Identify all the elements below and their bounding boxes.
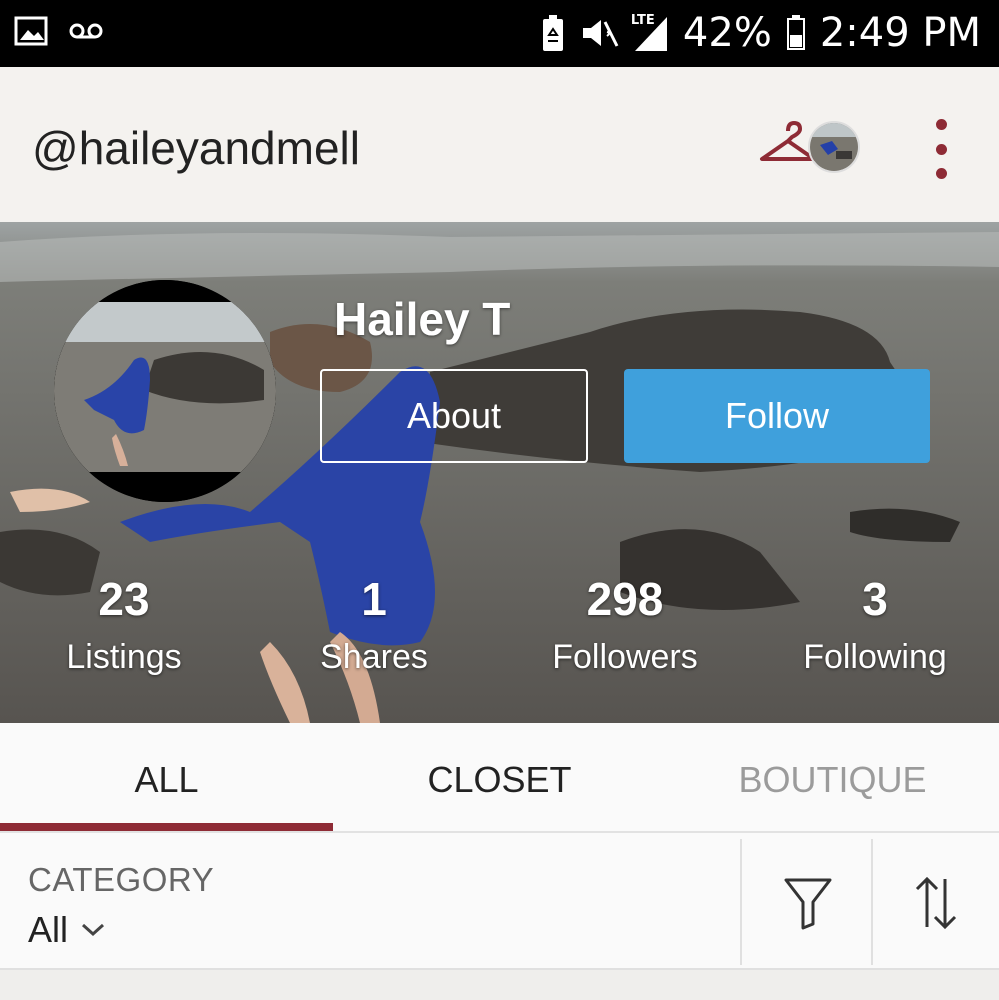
stat-label: Followers bbox=[552, 638, 698, 676]
stat-label: Shares bbox=[320, 638, 428, 676]
stat-value: 3 bbox=[862, 573, 888, 625]
stat-label: Following bbox=[803, 638, 947, 676]
page-title: @haileyandmell bbox=[32, 122, 360, 174]
stat-followers[interactable]: 298 Followers bbox=[525, 572, 725, 677]
closet-shortcut-button[interactable] bbox=[758, 115, 860, 175]
divider bbox=[871, 839, 873, 965]
battery-percent: 42% bbox=[682, 10, 772, 56]
profile-avatar[interactable] bbox=[54, 280, 276, 502]
voicemail-icon bbox=[69, 23, 103, 39]
sort-button[interactable] bbox=[896, 863, 976, 943]
stat-listings[interactable]: 23 Listings bbox=[24, 572, 224, 677]
tab-closet[interactable]: CLOSET bbox=[333, 759, 666, 801]
category-dropdown[interactable]: All bbox=[28, 909, 106, 951]
status-right-icons: LTE 42% 2:49 PM bbox=[541, 10, 981, 56]
tab-boutique[interactable]: BOUTIQUE bbox=[666, 759, 999, 801]
battery-icon bbox=[786, 15, 805, 50]
app-bar: @haileyandmell bbox=[0, 67, 999, 222]
stat-shares[interactable]: 1 Shares bbox=[274, 572, 474, 677]
lte-signal-icon: LTE bbox=[631, 13, 669, 53]
divider bbox=[740, 839, 742, 965]
avatar bbox=[808, 121, 860, 173]
stat-following[interactable]: 3 Following bbox=[775, 572, 975, 677]
listings-area bbox=[0, 970, 999, 1000]
about-button[interactable]: About bbox=[320, 369, 588, 463]
stat-value: 23 bbox=[98, 573, 150, 625]
more-options-icon[interactable] bbox=[926, 119, 956, 179]
stat-value: 298 bbox=[586, 573, 664, 625]
tab-all[interactable]: ALL bbox=[0, 759, 333, 801]
category-label: CATEGORY bbox=[28, 861, 215, 898]
active-tab-indicator bbox=[0, 823, 333, 831]
category-value: All bbox=[28, 909, 69, 950]
chevron-down-icon bbox=[82, 923, 105, 937]
filter-bar: CATEGORY All bbox=[0, 833, 999, 970]
filter-button[interactable] bbox=[768, 863, 848, 943]
status-bar: LTE 42% 2:49 PM bbox=[0, 0, 999, 67]
stat-label: Listings bbox=[66, 638, 182, 676]
cover-photo: Hailey T About Follow 23 Listings 1 Shar… bbox=[0, 222, 999, 723]
closet-tabs: ALL CLOSET BOUTIQUE bbox=[0, 723, 999, 833]
profile-name: Hailey T bbox=[334, 293, 511, 345]
status-left-icons bbox=[14, 16, 104, 46]
filter-icon bbox=[784, 878, 832, 930]
image-notification-icon bbox=[14, 16, 48, 46]
battery-saver-icon bbox=[542, 15, 563, 51]
stat-value: 1 bbox=[361, 573, 387, 625]
clock: 2:49 PM bbox=[819, 10, 981, 56]
sort-icon bbox=[915, 876, 957, 930]
follow-button[interactable]: Follow bbox=[624, 369, 930, 463]
mute-vibrate-icon bbox=[582, 20, 619, 47]
